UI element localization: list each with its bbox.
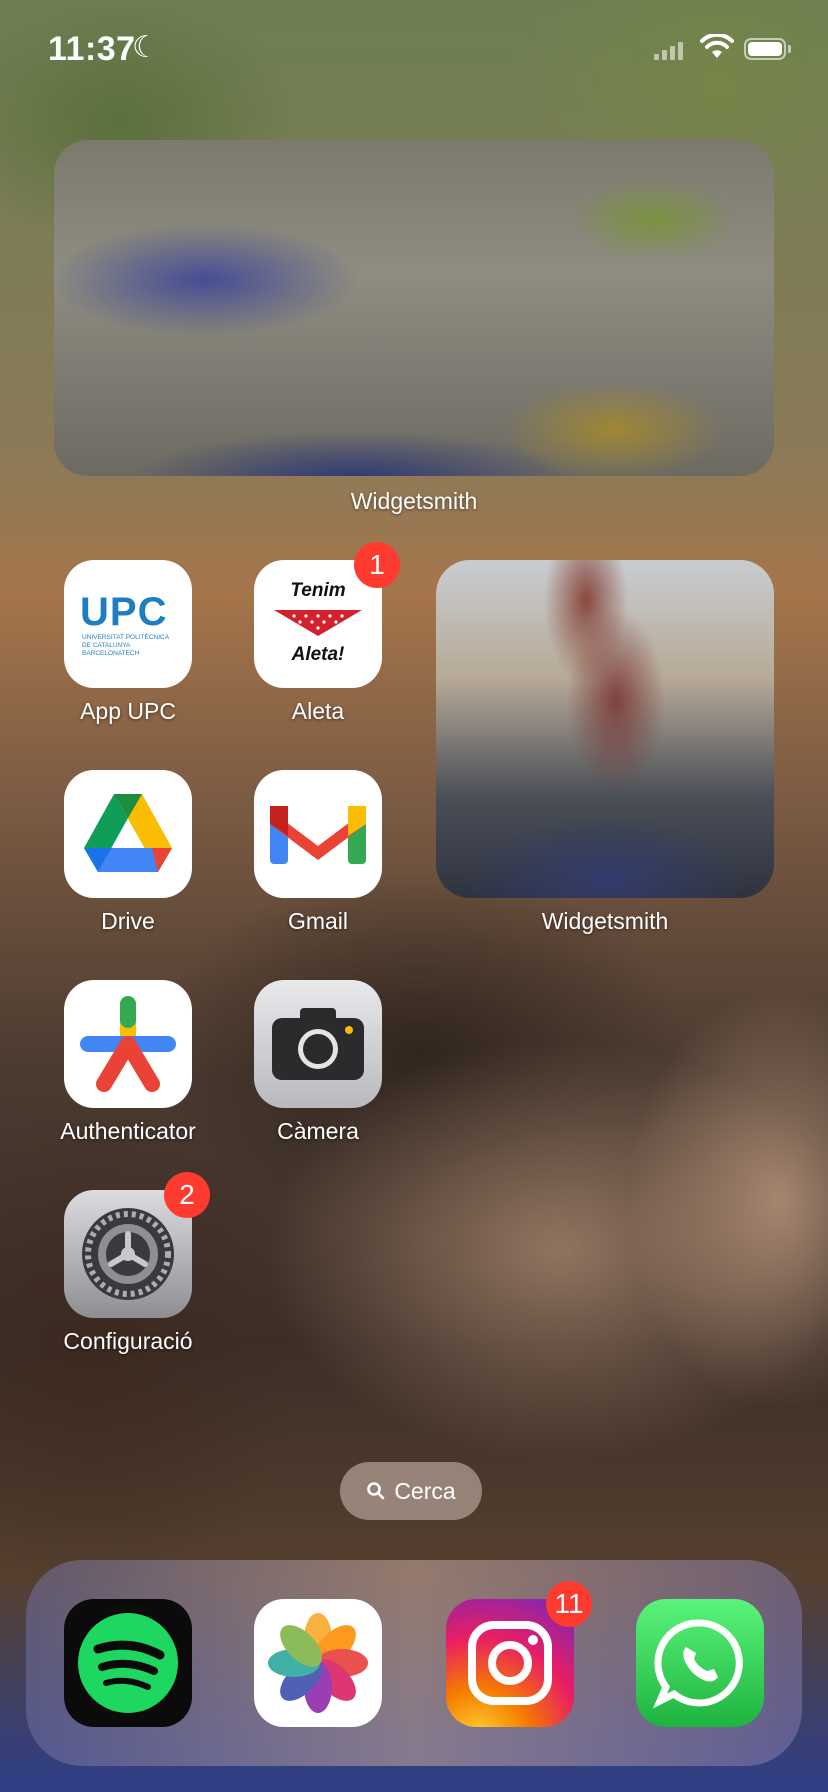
focus-moon-icon: ☾: [132, 31, 159, 64]
spotify-icon: [64, 1599, 192, 1727]
app-label: Aleta: [291, 698, 345, 724]
notification-badge: 1: [354, 542, 400, 588]
google-drive-icon: [64, 770, 192, 898]
upc-logo-text: UPC: [80, 590, 168, 634]
app-label: Càmera: [277, 1118, 359, 1144]
gmail-icon: [254, 770, 382, 898]
dock-app-spotify[interactable]: [64, 1599, 192, 1727]
app-label: App UPC: [80, 698, 176, 724]
whatsapp-icon: [636, 1599, 764, 1727]
widget-label: Widgetsmith: [350, 488, 478, 514]
app-drive[interactable]: [64, 770, 192, 898]
aleta-scarf-icon: [274, 610, 362, 636]
app-label: Configuració: [63, 1328, 193, 1354]
app-label: Drive: [101, 908, 155, 934]
upc-logo-icon: UPC UNIVERSITAT POLITÈCNICA DE CATALUNYA…: [64, 560, 192, 688]
photo-widget-small[interactable]: [436, 560, 774, 898]
app-upc[interactable]: UPC UNIVERSITAT POLITÈCNICA DE CATALUNYA…: [64, 560, 192, 688]
upc-logo-subtitle: UNIVERSITAT POLITÈCNICA DE CATALUNYA BAR…: [82, 634, 170, 657]
camera-icon: [254, 980, 382, 1108]
search-button[interactable]: Cerca: [340, 1462, 482, 1520]
aleta-logo-bottom: Aleta!: [291, 644, 345, 665]
notification-badge: 2: [164, 1172, 210, 1218]
notification-badge: 11: [546, 1581, 592, 1627]
app-authenticator[interactable]: [64, 980, 192, 1108]
photos-icon: [254, 1599, 382, 1727]
battery-tip: [788, 45, 791, 53]
app-gmail[interactable]: [254, 770, 382, 898]
dock-app-instagram[interactable]: 11: [446, 1581, 592, 1727]
app-camera[interactable]: [254, 980, 382, 1108]
wifi-icon: [700, 34, 734, 58]
app-aleta[interactable]: Tenim Aleta! 1: [254, 542, 400, 688]
search-icon: [367, 1482, 385, 1500]
authenticator-icon: [64, 980, 192, 1108]
app-label: Gmail: [287, 908, 349, 934]
widget-label: Widgetsmith: [541, 908, 669, 934]
app-settings[interactable]: 2: [64, 1172, 210, 1318]
app-label: Authenticator: [60, 1118, 196, 1144]
status-bar: 11:37 ☾: [0, 0, 828, 100]
search-label: Cerca: [394, 1477, 456, 1504]
battery-icon: [744, 38, 786, 60]
dock-app-photos[interactable]: [254, 1599, 382, 1727]
status-time: 11:37: [48, 30, 136, 68]
photo-widget-large[interactable]: [54, 140, 774, 476]
dock-app-whatsapp[interactable]: [636, 1599, 764, 1727]
cellular-signal-icon: [654, 40, 686, 60]
